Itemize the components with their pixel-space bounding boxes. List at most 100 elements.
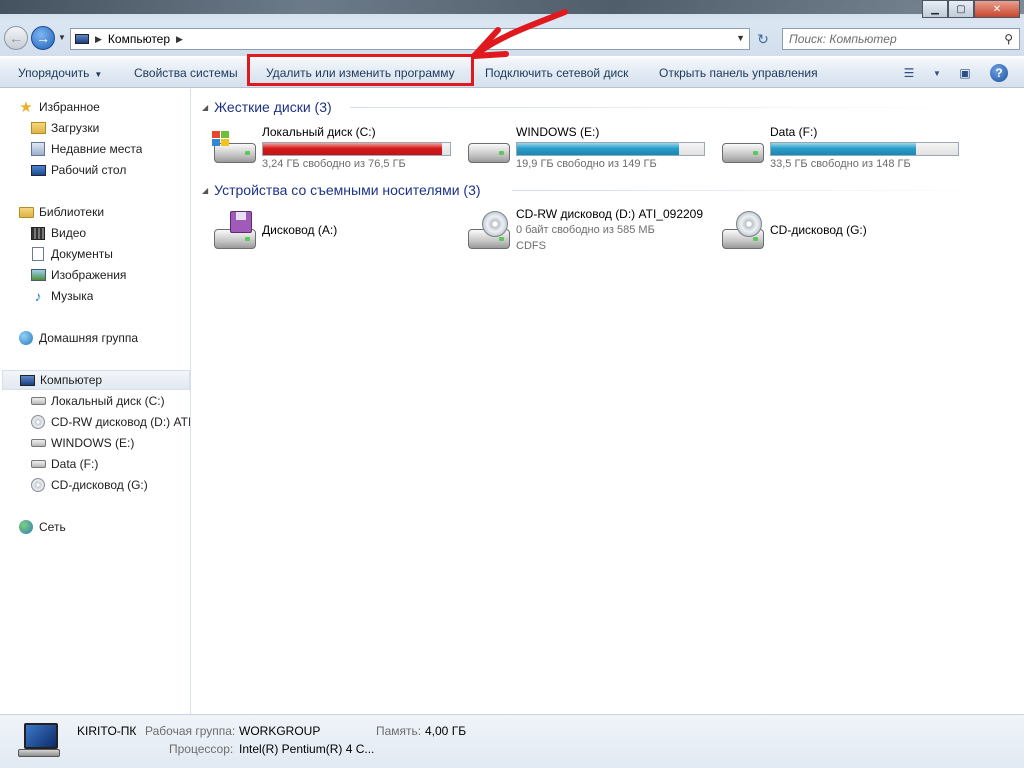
drive-tile-d[interactable]: CD-RW дисковод (D:) ATI_092209 0 байт св… — [464, 207, 714, 255]
breadcrumb-computer[interactable]: Компьютер — [108, 32, 170, 46]
address-dropdown[interactable]: ▼ — [736, 33, 745, 43]
nav-downloads[interactable]: Загрузки — [30, 118, 99, 138]
hard-drive-icon — [30, 456, 46, 472]
hard-drive-icon — [464, 129, 512, 169]
collapse-triangle-icon: ◢ — [202, 102, 209, 112]
organize-button[interactable]: Упорядочить ▼ — [18, 58, 102, 88]
drive-tile-a[interactable]: Дисковод (A:) — [210, 207, 460, 255]
nav-drive-e[interactable]: WINDOWS (E:) — [30, 433, 134, 453]
nav-label: CD-дисковод (G:) — [51, 478, 148, 492]
back-button[interactable]: ← — [4, 26, 28, 50]
workgroup-value: WORKGROUP — [239, 724, 321, 738]
windows-logo-icon — [212, 131, 230, 147]
preview-pane-icon: ▣ — [959, 66, 971, 80]
nav-label: Сеть — [39, 520, 66, 534]
maximize-button[interactable]: ▢ — [948, 0, 974, 18]
refresh-icon: ↻ — [757, 30, 769, 47]
cd-drive-icon — [30, 414, 46, 430]
highlight-annotation — [247, 54, 474, 86]
nav-documents[interactable]: Документы — [30, 244, 113, 264]
group-divider — [350, 107, 970, 108]
nav-label: Локальный диск (C:) — [51, 394, 165, 408]
nav-drive-f[interactable]: Data (F:) — [30, 454, 98, 474]
nav-favorites[interactable]: ★ Избранное — [18, 97, 100, 117]
drive-filesystem: CDFS — [516, 240, 546, 252]
nav-video[interactable]: Видео — [30, 223, 86, 243]
capacity-fill — [517, 143, 679, 155]
homegroup-icon — [18, 330, 34, 346]
close-button[interactable]: ✕ — [974, 0, 1020, 18]
help-button[interactable]: ? — [988, 62, 1010, 84]
nav-music[interactable]: ♪ Музыка — [30, 286, 94, 306]
drive-name: Дисковод (A:) — [262, 223, 338, 237]
group-divider — [512, 190, 992, 191]
nav-label: Загрузки — [51, 121, 100, 135]
nav-drive-d[interactable]: CD-RW дисковод (D:) ATI_ — [30, 412, 190, 432]
view-controls: ☰ ▼ ▣ ? — [898, 62, 1010, 84]
search-box[interactable]: ⚲ — [782, 28, 1020, 50]
nav-images[interactable]: Изображения — [30, 265, 126, 285]
history-dropdown[interactable]: ▼ — [58, 33, 66, 42]
search-icon[interactable]: ⚲ — [1004, 32, 1013, 46]
drive-free-space: 0 байт свободно из 585 МБ — [516, 224, 655, 236]
cpu-value: Intel(R) Pentium(R) 4 C... — [239, 742, 375, 756]
nav-label: Избранное — [39, 100, 100, 114]
collapse-triangle-icon: ◢ — [202, 185, 209, 195]
nav-label: Видео — [51, 226, 87, 240]
nav-homegroup[interactable]: Домашняя группа — [18, 328, 138, 348]
video-icon — [30, 225, 46, 241]
drive-name: WINDOWS (E:) — [516, 125, 600, 139]
nav-label: CD-RW дисковод (D:) ATI_ — [51, 415, 190, 429]
system-properties-button[interactable]: Свойства системы — [134, 58, 238, 88]
nav-recent-places[interactable]: Недавние места — [30, 139, 142, 159]
chevron-down-icon: ▼ — [94, 70, 103, 79]
cd-drive-icon — [718, 211, 766, 251]
chevron-right-icon[interactable]: ▶ — [176, 34, 183, 45]
drive-tile-f[interactable]: Data (F:) 33,5 ГБ свободно из 148 ГБ — [718, 125, 968, 173]
nav-label: WINDOWS (E:) — [51, 436, 135, 450]
hard-drive-icon — [30, 393, 46, 409]
computer-icon — [19, 372, 35, 388]
downloads-folder-icon — [30, 120, 46, 136]
group-header-removable[interactable]: ◢ Устройства со съемными носителями (3) — [202, 181, 481, 199]
libraries-folder-icon — [18, 204, 34, 220]
nav-drive-g[interactable]: CD-дисковод (G:) — [30, 475, 148, 495]
nav-computer[interactable]: Компьютер — [2, 370, 190, 390]
chevron-right-icon[interactable]: ▶ — [95, 34, 102, 45]
address-bar[interactable]: ▶ Компьютер ▶ ▼ — [70, 28, 750, 50]
details-pane: KIRITO-ПК Рабочая группа: WORKGROUP Памя… — [0, 714, 1024, 768]
floppy-drive-icon — [210, 211, 258, 251]
memory-label: Память: — [376, 724, 422, 738]
refresh-button[interactable]: ↻ — [752, 28, 774, 50]
nav-network[interactable]: Сеть — [18, 517, 66, 537]
drive-tile-c[interactable]: Локальный диск (C:) 3,24 ГБ свободно из … — [210, 125, 460, 173]
computer-icon — [75, 34, 89, 44]
nav-drive-c[interactable]: Локальный диск (C:) — [30, 391, 165, 411]
hard-drive-icon — [210, 129, 258, 169]
nav-label: Компьютер — [40, 373, 103, 387]
minimize-button[interactable]: ▁ — [922, 0, 948, 18]
open-control-panel-button[interactable]: Открыть панель управления — [659, 58, 818, 88]
group-title: Жесткие диски (3) — [214, 99, 332, 115]
group-header-hard-drives[interactable]: ◢ Жесткие диски (3) — [202, 98, 332, 116]
help-icon: ? — [990, 64, 1008, 82]
memory-value: 4,00 ГБ — [425, 724, 467, 738]
forward-button[interactable]: → — [31, 26, 55, 50]
search-input[interactable] — [789, 32, 989, 46]
nav-desktop[interactable]: Рабочий стол — [30, 160, 126, 180]
music-icon: ♪ — [34, 288, 42, 304]
map-network-drive-button[interactable]: Подключить сетевой диск — [485, 58, 628, 88]
drive-tile-g[interactable]: CD-дисковод (G:) — [718, 207, 968, 255]
network-icon — [18, 519, 34, 535]
nav-label: Музыка — [51, 289, 94, 303]
nav-libraries[interactable]: Библиотеки — [18, 202, 104, 222]
drive-tile-e[interactable]: WINDOWS (E:) 19,9 ГБ свободно из 149 ГБ — [464, 125, 714, 173]
view-dropdown[interactable]: ▼ — [932, 62, 942, 84]
hard-drive-icon — [718, 129, 766, 169]
capacity-fill — [771, 143, 916, 155]
preview-pane-button[interactable]: ▣ — [954, 62, 976, 84]
workgroup-label: Рабочая группа: — [145, 724, 236, 738]
computer-name: KIRITO-ПК — [77, 724, 137, 738]
group-title: Устройства со съемными носителями (3) — [214, 182, 481, 198]
change-view-button[interactable]: ☰ — [898, 62, 920, 84]
